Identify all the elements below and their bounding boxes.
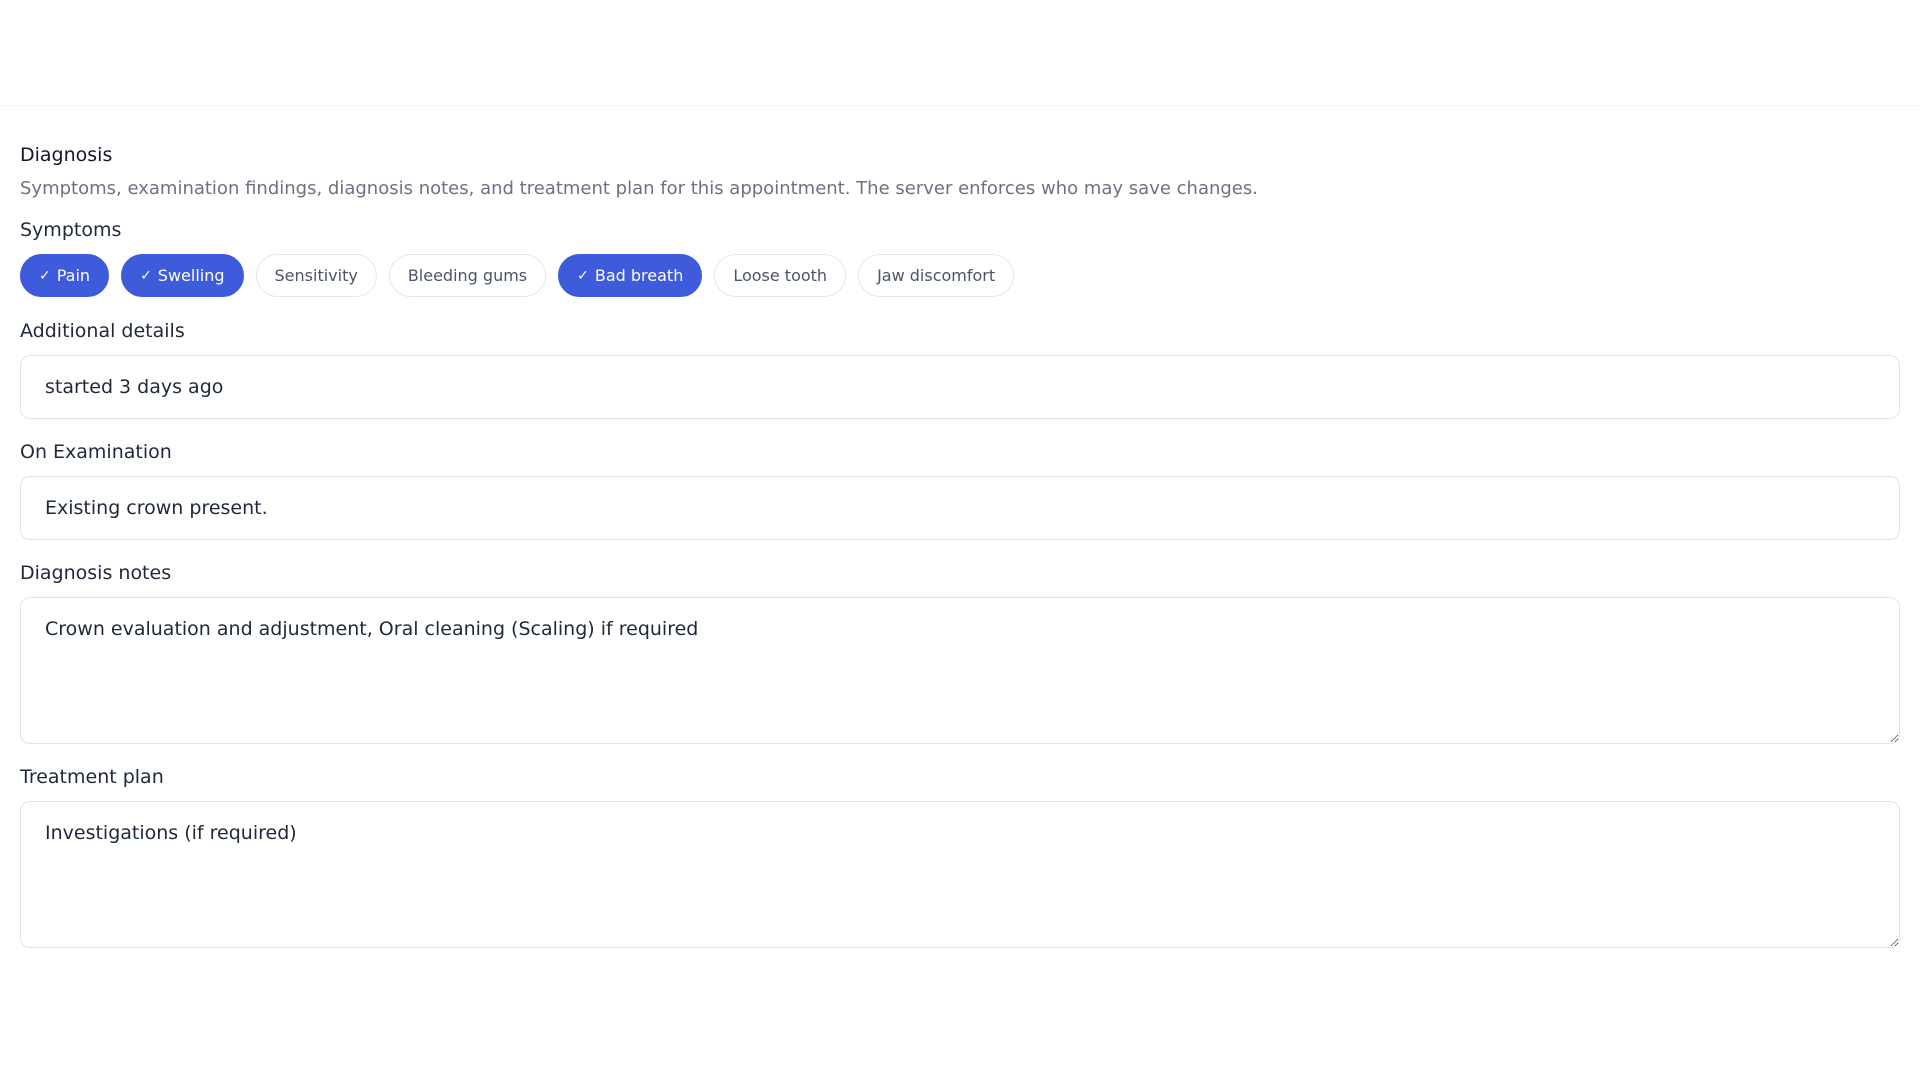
diagnosis-notes-field: Diagnosis notes Crown evaluation and adj… — [20, 561, 1900, 744]
symptom-chip-bleeding-gums[interactable]: ✓ Bleeding gums — [388, 254, 547, 297]
diagnosis-notes-label: Diagnosis notes — [20, 562, 172, 584]
check-icon: ✓ — [39, 267, 51, 284]
symptom-chip-label: Bleeding gums — [407, 266, 528, 285]
additional-details-input[interactable] — [20, 355, 1900, 419]
on-examination-field: On Examination — [20, 440, 1900, 540]
additional-details-label: Additional details — [20, 320, 185, 342]
symptom-chip-label: Swelling — [157, 266, 225, 285]
diagnosis-section: Diagnosis Symptoms, examination findings… — [20, 143, 1900, 948]
symptom-chips: ✓ Pain ✓ Swelling ✓ Sensitivity ✓ Bleedi… — [20, 254, 1900, 297]
symptom-chip-loose-tooth[interactable]: ✓ Loose tooth — [714, 254, 847, 297]
symptom-chip-sensitivity[interactable]: ✓ Sensitivity — [255, 254, 377, 297]
additional-details-field: Additional details — [20, 319, 1900, 419]
symptom-chip-pain[interactable]: ✓ Pain — [20, 254, 110, 297]
section-title: Diagnosis — [20, 144, 113, 166]
treatment-plan-textarea[interactable]: Investigations (if required) — [20, 801, 1900, 948]
symptom-chip-label: Jaw discomfort — [877, 266, 996, 285]
symptom-chip-bad-breath[interactable]: ✓ Bad breath — [558, 254, 703, 297]
treatment-plan-label: Treatment plan — [20, 766, 164, 788]
check-icon: ✓ — [577, 267, 589, 284]
symptom-chip-jaw-discomfort[interactable]: ✓ Jaw discomfort — [858, 254, 1015, 297]
symptom-chip-label: Loose tooth — [733, 266, 828, 285]
on-examination-input[interactable] — [20, 476, 1900, 540]
treatment-plan-field: Treatment plan Investigations (if requir… — [20, 765, 1900, 948]
symptom-chip-swelling[interactable]: ✓ Swelling — [121, 254, 244, 297]
symptoms-label: Symptoms — [20, 219, 122, 241]
symptom-chip-label: Bad breath — [594, 266, 684, 285]
top-header-bar — [0, 0, 1920, 106]
symptom-chip-label: Sensitivity — [274, 266, 358, 285]
check-icon: ✓ — [140, 267, 152, 284]
on-examination-label: On Examination — [20, 441, 172, 463]
diagnosis-notes-textarea[interactable]: Crown evaluation and adjustment, Oral cl… — [20, 597, 1900, 744]
section-description: Symptoms, examination findings, diagnosi… — [20, 178, 1258, 199]
symptom-chip-label: Pain — [56, 266, 91, 285]
